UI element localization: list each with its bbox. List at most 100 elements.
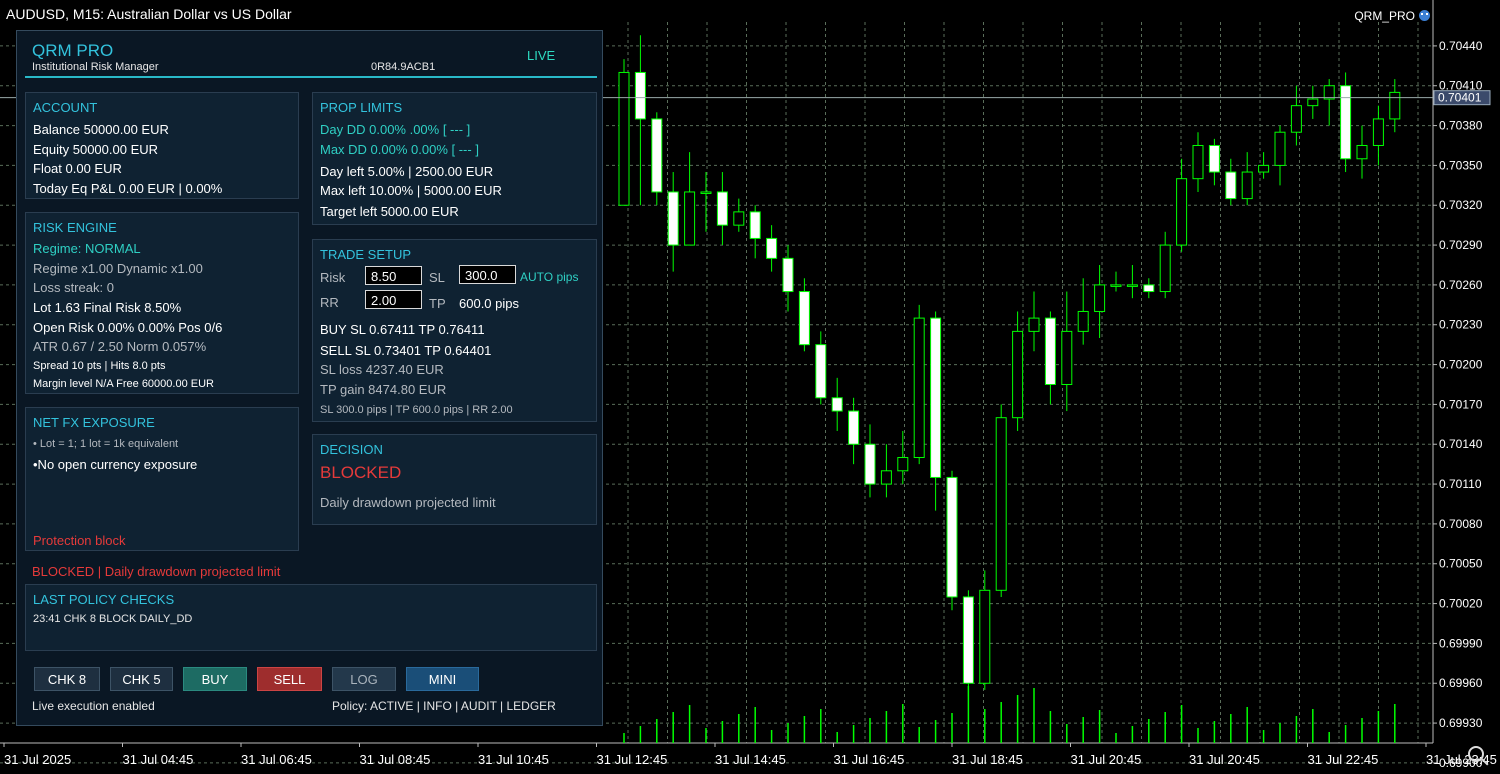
candle-body [1012,330,1024,419]
prop-limits-header: PROP LIMITS [320,100,403,115]
sl-input[interactable]: 300.0 [459,265,516,284]
expert-name: QRM_PRO [1354,9,1415,23]
price-axis-label: 0.70020 [1439,597,1483,611]
candle-body [1176,178,1188,246]
time-axis-label: 31 Jul 16:45 [834,752,905,767]
candle-body [1225,171,1237,200]
header-divider [25,76,597,78]
candle-body [782,257,794,293]
policy-status: Policy: ACTIVE | INFO | AUDIT | LEDGER [332,699,556,713]
tp-value: 600.0 pips [459,296,519,311]
today-pnl-line: Today Eq P&L 0.00 EUR | 0.00% [33,181,223,196]
exposure-line: •No open currency exposure [33,457,198,472]
candle-body [1077,310,1089,332]
chk8-button[interactable]: CHK 8 [34,667,100,691]
atr-line: ATR 0.67 / 2.50 Norm 0.057% [33,339,207,354]
candle-body [667,191,679,246]
candle-body [1372,118,1384,146]
time-axis-label: 31 Jul 04:45 [123,752,194,767]
candle-body [733,211,745,226]
time-axis-label: 31 Jul 06:45 [241,752,312,767]
policy-checks-header: LAST POLICY CHECKS [33,592,175,607]
execution-status: Live execution enabled [32,699,155,713]
candle-body [831,397,843,412]
account-section: ACCOUNT Balance 50000.00 EUR Equity 5000… [25,92,299,199]
price-axis-label: 0.70050 [1439,557,1483,571]
float-line: Float 0.00 EUR [33,161,122,176]
lot-line: Lot 1.63 Final Risk 8.50% [33,300,182,315]
time-axis-label: 31 Jul 20:45 [1071,752,1142,767]
candle-body [1126,284,1138,287]
candle-body [913,317,925,459]
candle-body [1028,317,1040,332]
price-axis-label: 0.69990 [1439,636,1483,650]
candle-body [684,191,696,246]
sl-label: SL [429,270,445,285]
candle-body [1159,244,1171,293]
panel-title: QRM PRO [32,41,114,60]
auto-pips-toggle[interactable]: AUTO pips [520,270,578,284]
candle-body [634,71,646,120]
chk5-button[interactable]: CHK 5 [110,667,173,691]
candle-body [815,344,827,399]
price-axis-label: 0.69930 [1439,716,1483,730]
zoom-icon[interactable] [1468,746,1484,762]
candle-body [880,470,892,485]
candle-body [1143,284,1155,293]
price-axis-label: 0.69960 [1439,676,1483,690]
price-axis-label: 0.70230 [1439,318,1483,332]
candle-body [1061,330,1073,385]
protection-block-label: Protection block [33,533,126,548]
candle-body [798,291,810,346]
candle-body [1356,144,1368,160]
net-fx-exposure-header: NET FX EXPOSURE [33,415,155,430]
buy-levels-line: BUY SL 0.67411 TP 0.76411 [320,322,485,337]
candle-body [716,191,728,226]
candle-body [995,417,1007,591]
time-axis-label: 31 Jul 14:45 [715,752,786,767]
smiley-icon [1419,10,1430,21]
sell-button[interactable]: SELL [257,667,322,691]
candle-body [897,457,909,472]
open-risk-line: Open Risk 0.00% 0.00% Pos 0/6 [33,320,223,335]
log-button[interactable]: LOG [332,667,396,691]
candle-body [848,410,860,445]
account-header: ACCOUNT [33,100,98,115]
live-status-badge: LIVE [527,48,556,63]
chart-window-title: AUDUSD, M15: Australian Dollar vs US Dol… [6,6,292,22]
tp-label: TP [429,296,446,311]
risk-input[interactable]: 8.50 [365,266,422,285]
spread-line: Spread 10 pts | Hits 8.0 pts [33,360,166,372]
time-axis-label: 31 Jul 10:45 [478,752,549,767]
time-axis-label: 31 Jul 12:45 [597,752,668,767]
loss-streak-line: Loss streak: 0 [33,280,114,295]
price-axis-label: 0.70110 [1439,477,1482,491]
time-axis-label: 31 Jul 18:45 [952,752,1023,767]
candle-body [1389,91,1401,120]
rr-input[interactable]: 2.00 [365,290,422,309]
balance-line: Balance 50000.00 EUR [33,122,169,137]
trade-summary-line: SL 300.0 pips | TP 600.0 pips | RR 2.00 [320,404,513,416]
decision-header: DECISION [320,442,383,457]
candle-body [1340,85,1352,160]
candle-body [1258,164,1270,173]
sl-loss-line: SL loss 4237.40 EUR [320,362,444,377]
candle-body [651,118,663,193]
candle-body [766,237,778,259]
candle-body [1274,131,1286,166]
mini-button[interactable]: MINI [406,667,479,691]
price-axis-label: 0.70170 [1439,397,1483,411]
expert-label[interactable]: QRM_PRO [1354,9,1430,23]
buy-button[interactable]: BUY [183,667,247,691]
policy-checks-section: LAST POLICY CHECKS 23:41 CHK 8 BLOCK DAI… [25,584,597,651]
candle-body [1323,85,1335,100]
current-price-label: 0.70401 [1438,91,1482,105]
panel-subtitle: Institutional Risk Manager [32,61,159,73]
target-left-line: Target left 5000.00 EUR [320,204,459,219]
price-axis-label: 0.70080 [1439,517,1483,531]
day-dd-line: Day DD 0.00% .00% [ --- ] [320,122,471,137]
price-axis-label: 0.70200 [1439,358,1483,372]
candle-body [1241,171,1253,200]
candle-body [946,476,958,598]
candle-body [1290,105,1302,133]
